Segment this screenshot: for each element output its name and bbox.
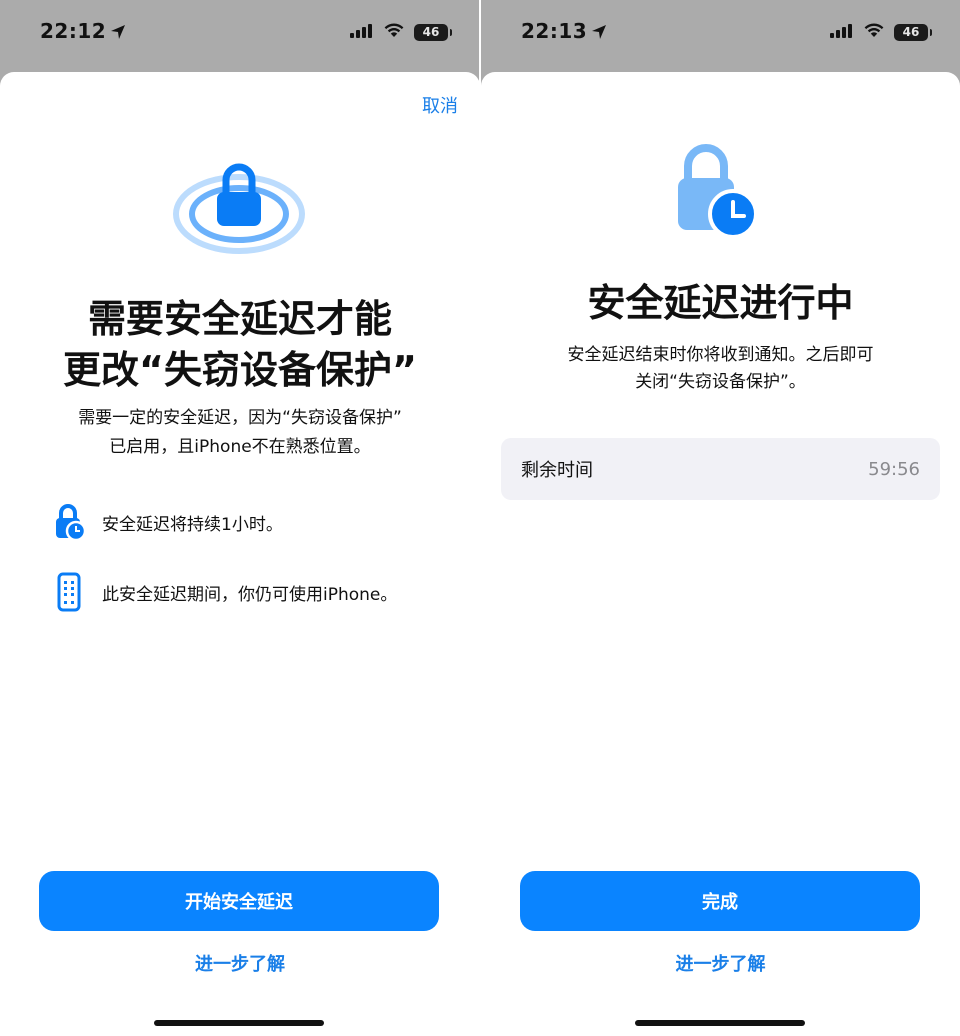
battery-icon: 46 — [414, 23, 452, 41]
modal-sheet: 取消 需要安全延迟才能 更改“失窃设备保护” 需要一定的安全延迟，因为“失窃设备… — [0, 72, 480, 1036]
status-bar: 22:13 46 — [481, 0, 960, 64]
wifi-icon — [863, 22, 885, 42]
subtitle: 需要一定的安全延迟，因为“失窃设备保护” 已启用，且iPhone不在熟悉位置。 — [0, 404, 480, 462]
location-arrow-icon — [110, 21, 126, 45]
status-icons: 46 — [830, 21, 932, 43]
subtitle-line-1: 安全延迟结束时你将收到通知。之后即可 — [567, 345, 874, 365]
learn-more-link[interactable]: 进一步了解 — [481, 950, 960, 976]
left-screen: 22:12 46 取消 需要安全延迟才能 更改“失窃设备保护” 需要一定的安全延… — [0, 0, 480, 1036]
location-arrow-icon — [591, 21, 607, 45]
done-button[interactable]: 完成 — [520, 871, 920, 931]
cellular-signal-icon — [830, 23, 854, 42]
home-indicator — [154, 1020, 324, 1026]
feature-text: 安全延迟将持续1小时。 — [102, 514, 283, 535]
remaining-time-label: 剩余时间 — [521, 460, 593, 481]
lock-clock-icon — [674, 144, 760, 244]
status-icons: 46 — [350, 21, 452, 43]
lock-clock-icon — [52, 502, 86, 542]
wifi-icon — [383, 22, 405, 42]
page-title: 需要安全延迟才能 更改“失窃设备保护” — [0, 294, 480, 396]
subtitle: 安全延迟结束时你将收到通知。之后即可 关闭“失窃设备保护”。 — [481, 342, 960, 396]
remaining-time-row: 剩余时间 59:56 — [501, 438, 940, 500]
modal-sheet: 安全延迟进行中 安全延迟结束时你将收到通知。之后即可 关闭“失窃设备保护”。 剩… — [481, 72, 960, 1036]
start-security-delay-button[interactable]: 开始安全延迟 — [39, 871, 439, 931]
clock-text: 22:12 — [40, 19, 107, 43]
status-bar: 22:12 46 — [0, 0, 480, 64]
right-screen: 22:13 46 安全延迟进行中 安全延迟结束时你将收到通知。之后即可 关闭“失… — [481, 0, 960, 1036]
status-time: 22:13 — [521, 19, 607, 45]
lock-radar-icon — [170, 156, 308, 264]
subtitle-line-2: 关闭“失窃设备保护”。 — [635, 372, 806, 392]
battery-icon: 46 — [894, 23, 932, 41]
feature-usage: 此安全延迟期间，你仍可使用iPhone。 — [52, 572, 397, 612]
clock-text: 22:13 — [521, 19, 588, 43]
title-line-1: 需要安全延迟才能 — [87, 297, 392, 341]
learn-more-link[interactable]: 进一步了解 — [0, 950, 480, 976]
subtitle-line-2: 已启用，且iPhone不在熟悉位置。 — [109, 437, 371, 457]
home-indicator — [635, 1020, 805, 1026]
iphone-icon — [52, 572, 86, 612]
title-line-2: 更改“失窃设备保护” — [63, 348, 417, 392]
page-title: 安全延迟进行中 — [587, 281, 854, 325]
cellular-signal-icon — [350, 23, 374, 42]
cancel-button[interactable]: 取消 — [422, 92, 458, 118]
remaining-time-value: 59:56 — [868, 458, 920, 480]
feature-duration: 安全延迟将持续1小时。 — [52, 502, 283, 542]
status-time: 22:12 — [40, 19, 126, 45]
feature-text: 此安全延迟期间，你仍可使用iPhone。 — [102, 584, 398, 605]
subtitle-line-1: 需要一定的安全延迟，因为“失窃设备保护” — [78, 408, 402, 428]
